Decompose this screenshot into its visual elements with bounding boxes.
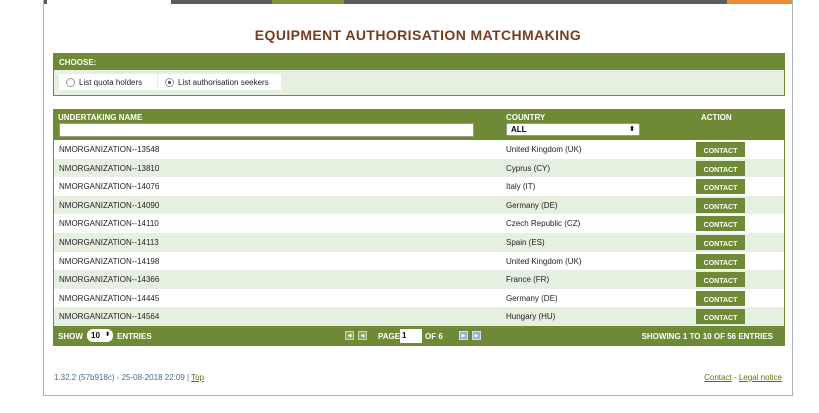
cell-name: NMORGANIZATION--14564 [59, 312, 160, 322]
column-header-action: ACTION [701, 113, 732, 122]
select-arrows-icon: ⬍ [104, 332, 110, 338]
contact-button[interactable]: CONTACT [696, 309, 745, 325]
cell-name: NMORGANIZATION--14366 [59, 275, 160, 285]
radio-button-unchecked-icon[interactable] [66, 78, 75, 87]
table-row: NMORGANIZATION--14113 Spain (ES) CONTACT [54, 232, 784, 252]
contact-link[interactable]: Contact [704, 373, 732, 382]
radio-label: List quota holders [79, 78, 143, 87]
cell-country: Spain (ES) [506, 237, 545, 247]
page-label: PAGE [378, 332, 401, 341]
nav-tab-active[interactable] [272, 0, 344, 4]
contact-button[interactable]: CONTACT [696, 160, 745, 176]
cell-country: Hungary (HU) [506, 312, 556, 322]
radio-button-checked-icon[interactable] [165, 78, 174, 87]
column-header-name: UNDERTAKING NAME [58, 113, 143, 122]
contact-button[interactable]: CONTACT [696, 272, 745, 288]
table-body: NMORGANIZATION--13548 United Kingdom (UK… [54, 140, 784, 326]
table-row: NMORGANIZATION--14090 Germany (DE) CONTA… [54, 195, 784, 215]
table-row: NMORGANIZATION--14110 Czech Republic (CZ… [54, 214, 784, 233]
entries-label: ENTRIES [117, 332, 152, 341]
table-row: NMORGANIZATION--14445 Germany (DE) CONTA… [54, 288, 784, 308]
column-header-country: COUNTRY [506, 113, 546, 122]
contact-button[interactable]: CONTACT [696, 179, 745, 195]
table-footer: SHOW 10 ⬍ ENTRIES ◀ ◀ PAGE 1 OF 6 ▶ ▶ SH… [53, 326, 785, 346]
cell-name: NMORGANIZATION--14198 [59, 256, 160, 266]
page-number-input[interactable]: 1 [400, 329, 422, 343]
page-frame: EQUIPMENT AUTHORISATION MATCHMAKING CHOO… [43, 0, 793, 396]
cell-name: NMORGANIZATION--14445 [59, 293, 160, 303]
radio-label: List authorisation seekers [178, 78, 269, 87]
name-filter-input[interactable] [59, 123, 474, 137]
entries-per-page-select[interactable]: 10 ⬍ [87, 329, 113, 342]
contact-button[interactable]: CONTACT [696, 290, 745, 306]
radio-authorisation-seekers[interactable]: List authorisation seekers [158, 74, 281, 90]
country-filter-value: ALL [511, 125, 527, 134]
choose-label: CHOOSE: [54, 54, 784, 70]
country-filter-select[interactable]: ALL ⬍ [506, 123, 640, 136]
footer-separator: - [733, 373, 737, 382]
table-row: NMORGANIZATION--14366 France (FR) CONTAC… [54, 270, 784, 289]
footer-version-info: 1.32.2 (57b918c) - 25-08-2018 22:09 | To… [54, 373, 204, 382]
next-page-icon[interactable]: ▶ [459, 331, 468, 340]
footer-links: Contact - Legal notice [704, 373, 782, 382]
cell-country: United Kingdom (UK) [506, 145, 582, 154]
cell-name: NMORGANIZATION--14113 [59, 237, 159, 247]
page-count-label: OF 6 [425, 332, 443, 341]
previous-page-icon[interactable]: ◀ [358, 331, 367, 340]
table-row: NMORGANIZATION--14198 United Kingdom (UK… [54, 251, 784, 271]
top-link[interactable]: Top [191, 373, 204, 382]
cell-country: Germany (DE) [506, 200, 558, 210]
cell-country: France (FR) [506, 275, 550, 285]
entries-summary: SHOWING 1 TO 10 OF 56 ENTRIES [641, 332, 773, 341]
last-page-icon[interactable]: ▶ [472, 331, 481, 340]
cell-country: Cyprus (CY) [506, 163, 551, 173]
contact-button[interactable]: CONTACT [696, 197, 745, 213]
show-label: SHOW [58, 332, 83, 341]
contact-button[interactable]: CONTACT [696, 234, 745, 250]
version-text: 1.32.2 (57b918c) - 25-08-2018 22:09 | [54, 373, 190, 382]
table-row: NMORGANIZATION--13810 Cyprus (CY) CONTAC… [54, 158, 784, 178]
page-title: EQUIPMENT AUTHORISATION MATCHMAKING [254, 27, 582, 43]
first-page-icon[interactable]: ◀ [345, 331, 354, 340]
table-row: NMORGANIZATION--14564 Hungary (HU) CONTA… [54, 307, 784, 326]
cell-name: NMORGANIZATION--14076 [59, 182, 160, 192]
cell-country: United Kingdom (UK) [506, 256, 582, 266]
contact-button[interactable]: CONTACT [696, 142, 745, 157]
table-row: NMORGANIZATION--13548 United Kingdom (UK… [54, 140, 784, 159]
table-header: UNDERTAKING NAME COUNTRY ACTION ALL ⬍ [53, 109, 785, 140]
cell-country: Germany (DE) [506, 293, 558, 303]
nav-tab-white[interactable] [47, 0, 171, 4]
cell-name: NMORGANIZATION--13810 [59, 163, 160, 173]
cell-name: NMORGANIZATION--14110 [59, 219, 159, 229]
cell-country: Italy (IT) [506, 182, 536, 192]
contact-button[interactable]: CONTACT [696, 216, 745, 232]
nav-tab-orange[interactable] [727, 0, 792, 4]
radio-quota-holders[interactable]: List quota holders [59, 74, 157, 90]
cell-name: NMORGANIZATION--13548 [59, 145, 160, 154]
table-row: NMORGANIZATION--14076 Italy (IT) CONTACT [54, 177, 784, 196]
contact-button[interactable]: CONTACT [696, 253, 745, 269]
results-table: UNDERTAKING NAME COUNTRY ACTION ALL ⬍ NM… [53, 109, 785, 346]
top-navigation-bar [44, 0, 792, 4]
cell-country: Czech Republic (CZ) [506, 219, 581, 229]
select-arrows-icon: ⬍ [629, 126, 635, 133]
legal-notice-link[interactable]: Legal notice [739, 373, 782, 382]
entries-per-page-value: 10 [91, 331, 100, 340]
choose-panel: CHOOSE: List quota holders List authoris… [53, 53, 785, 96]
cell-name: NMORGANIZATION--14090 [59, 200, 160, 210]
